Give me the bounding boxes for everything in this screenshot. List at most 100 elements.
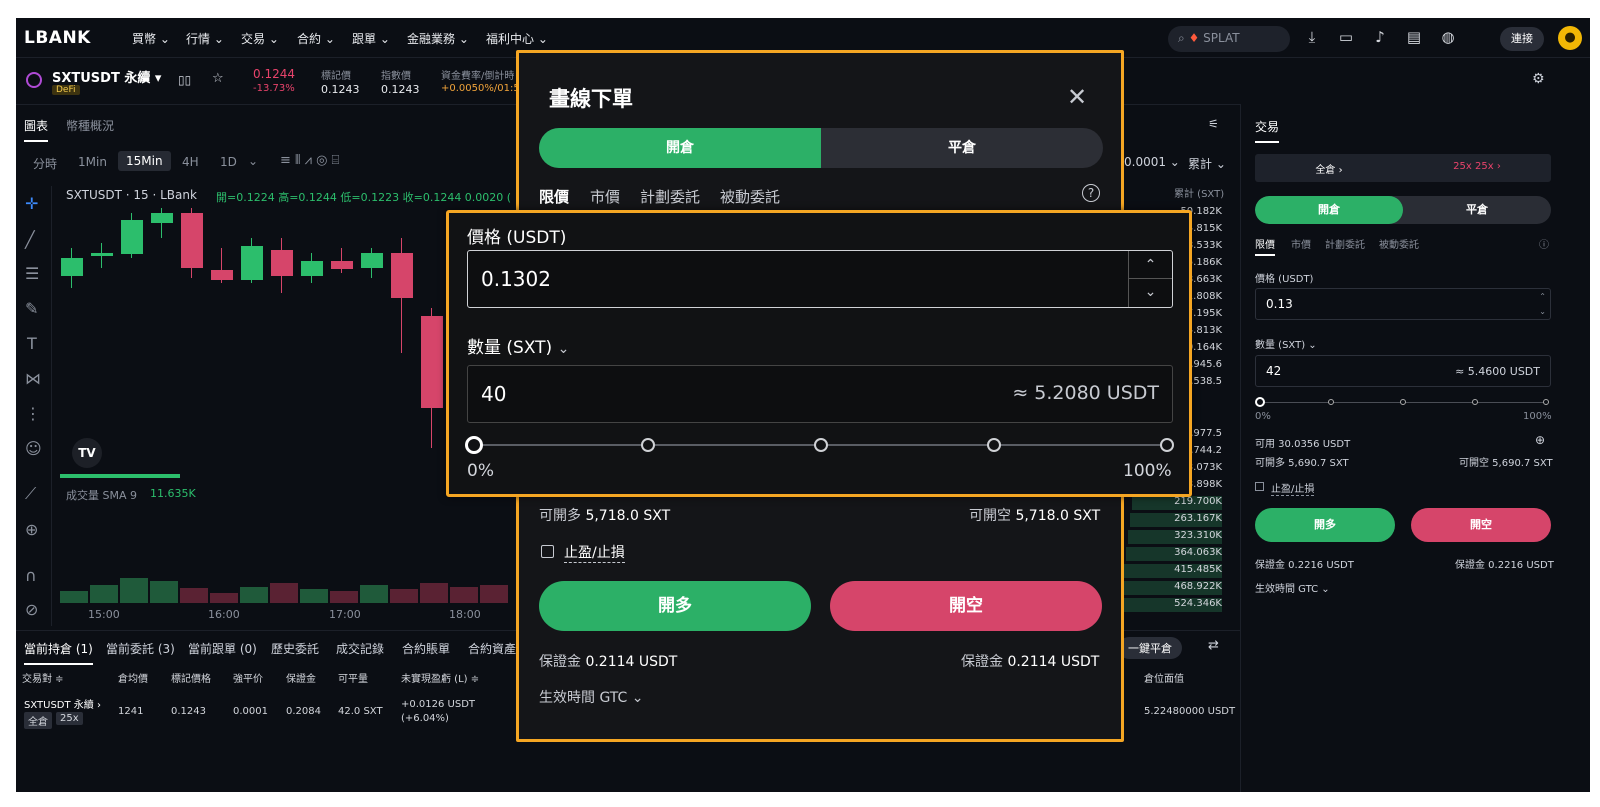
slider-tick[interactable] — [814, 438, 828, 452]
tab-copy-orders[interactable]: 當前跟單 (0) — [188, 640, 257, 657]
slider-tick[interactable] — [1160, 438, 1174, 452]
qty-input[interactable]: 42 ≈ 5.4600 USDT — [1255, 355, 1551, 387]
open-tab[interactable]: 開倉 — [539, 128, 821, 168]
tif-select[interactable]: 生效時間 GTC ⌄ — [539, 687, 644, 707]
buy-long-button[interactable]: 開多 — [1255, 508, 1395, 542]
orders-icon[interactable]: ▤ — [1404, 28, 1424, 48]
close-tab[interactable]: 平倉 — [1403, 196, 1551, 224]
close-all-button[interactable]: 一鍵平倉 — [1118, 637, 1182, 659]
price-input[interactable]: 0.1302 ⌃ ⌄ — [467, 250, 1173, 308]
leverage-button[interactable]: 25x 25x › — [1403, 161, 1551, 172]
symbol-name[interactable]: SXTUSDT 永續 ▾ — [52, 67, 161, 86]
nav-copy-trading[interactable]: 跟單 ⌄ — [352, 30, 390, 47]
price-stepper-icon[interactable]: ⌃ ⌄ — [1539, 289, 1546, 319]
interval-1d[interactable]: 1D — [220, 155, 237, 169]
search-input[interactable]: ⌕ ♦ SPLAT — [1168, 26, 1290, 52]
nav-buy-crypto[interactable]: 買幣 ⌄ — [132, 30, 170, 47]
nav-markets[interactable]: 行情 ⌄ — [186, 30, 224, 47]
tpsl-checkbox[interactable] — [541, 545, 554, 558]
order-type-limit[interactable]: 限價 — [1255, 236, 1275, 251]
open-tab[interactable]: 開倉 — [1255, 196, 1403, 224]
logo[interactable]: LBANK — [24, 28, 91, 48]
lock-icon[interactable]: ⊘ — [25, 600, 38, 619]
sell-short-button[interactable]: 開空 — [1411, 508, 1551, 542]
download-icon[interactable]: ⤓ — [1302, 28, 1322, 48]
ruler-icon[interactable]: ⟋ — [25, 484, 36, 504]
help-icon[interactable]: ? — [1082, 184, 1100, 202]
order-type-passive[interactable]: 被動委託 — [720, 186, 780, 207]
fib-icon[interactable]: ☰ — [25, 264, 39, 283]
qty-label[interactable]: 數量 (SXT) ⌄ — [1255, 336, 1317, 351]
tif-select[interactable]: 生效時間 GTC ⌄ — [1255, 580, 1330, 595]
settings-icon[interactable]: ⚙ — [1532, 71, 1545, 87]
interval-dropdown-icon[interactable]: ⌄ — [248, 154, 258, 168]
close-tab[interactable]: 平倉 — [821, 128, 1103, 168]
slider-knob[interactable] — [1255, 397, 1265, 407]
star-icon[interactable]: ☆ — [212, 71, 224, 86]
interval-4h[interactable]: 4H — [182, 155, 199, 169]
slider-tick[interactable] — [1328, 399, 1334, 405]
magnet-icon[interactable]: ∩ — [25, 566, 37, 585]
margin-mode-button[interactable]: 全倉 › — [1255, 161, 1403, 176]
tpsl-checkbox[interactable] — [1255, 482, 1264, 491]
chevron-up-icon[interactable]: ⌃ — [1129, 251, 1172, 279]
tpsl-label[interactable]: 止盈/止損 — [1271, 480, 1315, 496]
order-type-passive[interactable]: 被動委託 — [1379, 236, 1419, 251]
slider-tick[interactable] — [1400, 399, 1406, 405]
row-pair[interactable]: SXTUSDT 永續 › — [24, 696, 101, 711]
slider-tick[interactable] — [987, 438, 1001, 452]
price-input[interactable]: 0.13 ⌃ ⌄ — [1255, 288, 1551, 320]
tab-trade-history[interactable]: 成交記錄 — [336, 640, 384, 657]
nav-futures[interactable]: 合約 ⌄ — [297, 30, 335, 47]
tab-positions[interactable]: 當前持倉 (1) — [24, 640, 93, 665]
tab-order-history[interactable]: 歷史委託 — [271, 640, 319, 657]
text-icon[interactable]: T — [27, 334, 37, 353]
interval-15min[interactable]: 15Min — [118, 151, 171, 171]
wallet-icon[interactable]: ▭ — [1336, 28, 1356, 48]
close-icon[interactable]: ✕ — [1067, 83, 1087, 111]
avatar[interactable]: ● — [1558, 26, 1582, 50]
tab-chart[interactable]: 圖表 — [24, 117, 49, 142]
tab-coin-info[interactable]: 幣種概況 — [66, 117, 114, 134]
book-icon[interactable]: ▯▯ — [178, 73, 191, 87]
nav-trade[interactable]: 交易 ⌄ — [241, 30, 279, 47]
tab-open-orders[interactable]: 當前委託 (3) — [106, 640, 175, 657]
qty-input[interactable]: 40 ≈ 5.2080 USDT — [467, 365, 1173, 423]
row-leverage[interactable]: 25x — [56, 712, 83, 725]
indicator-icon[interactable]: ≡ ⫴ ⩘ ◎ ⌸ — [280, 153, 339, 168]
nav-rewards[interactable]: 福利中心 ⌄ — [486, 30, 548, 47]
nav-finance[interactable]: 金融業務 ⌄ — [407, 30, 469, 47]
interval-1min[interactable]: 1Min — [78, 155, 107, 169]
emoji-icon[interactable]: ☺ — [25, 439, 42, 458]
slider-knob[interactable] — [465, 436, 483, 454]
cum-select[interactable]: 累計 ⌄ — [1188, 155, 1226, 172]
chevron-down-icon[interactable]: ⌄ — [1129, 279, 1172, 307]
buy-long-button[interactable]: 開多 — [539, 581, 811, 631]
order-type-plan[interactable]: 計劃委託 — [640, 186, 700, 207]
slider-tick[interactable] — [641, 438, 655, 452]
tpsl-label[interactable]: 止盈/止損 — [564, 542, 625, 563]
sell-short-button[interactable]: 開空 — [830, 581, 1102, 631]
slider-tick[interactable] — [1543, 399, 1549, 405]
measure-icon[interactable]: ⋮ — [25, 404, 41, 423]
tab-assets[interactable]: 合約資產 — [468, 640, 516, 657]
bell-icon[interactable]: ♪ — [1370, 28, 1390, 48]
transfer-icon[interactable]: ⊕ — [1535, 433, 1545, 447]
crosshair-icon[interactable]: ✛ — [25, 194, 38, 213]
tab-bills[interactable]: 合約賬單 — [402, 640, 450, 657]
brush-icon[interactable]: ✎ — [25, 299, 38, 318]
qty-label[interactable]: 數量 (SXT) ⌄ — [467, 333, 569, 358]
globe-icon[interactable]: ◍ — [1438, 28, 1458, 48]
connect-button[interactable]: 連接 — [1500, 27, 1544, 51]
order-type-market[interactable]: 市價 — [1291, 236, 1311, 251]
order-type-limit[interactable]: 限價 — [539, 186, 569, 207]
filter-icon[interactable]: ⇄ — [1208, 638, 1219, 653]
col-pair[interactable]: 交易對 ≑ — [22, 670, 64, 685]
sliders-icon[interactable]: ⚟ — [1208, 117, 1219, 131]
pattern-icon[interactable]: ⋈ — [25, 369, 41, 388]
zoom-icon[interactable]: ⊕ — [25, 520, 38, 539]
interval-line[interactable]: 分時 — [33, 155, 57, 172]
slider-tick[interactable] — [1472, 399, 1478, 405]
order-type-plan[interactable]: 計劃委託 — [1325, 236, 1365, 251]
order-type-market[interactable]: 市價 — [590, 186, 620, 207]
